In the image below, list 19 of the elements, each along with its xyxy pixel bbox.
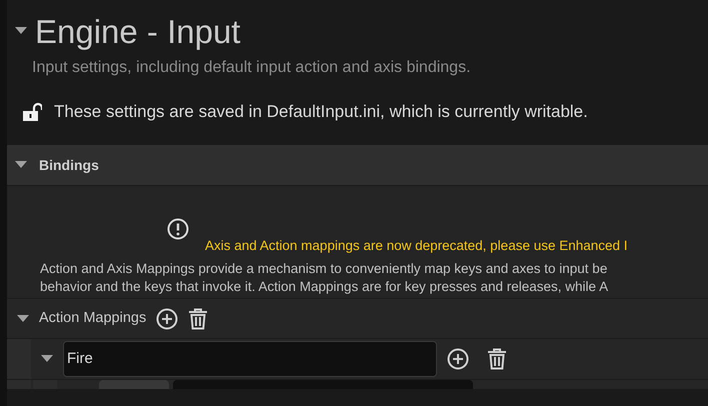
- section-description: Input settings, including default input action and axis bindings.: [31, 60, 472, 78]
- config-notice: These settings are saved in DefaultInput.ini, which is currently writable.: [54, 101, 588, 124]
- collapse-arrow-icon[interactable]: [15, 27, 27, 35]
- action-name-field[interactable]: Fire: [63, 341, 437, 377]
- page-title: Engine - Input: [35, 14, 240, 48]
- warning-icon: [167, 218, 189, 240]
- collapse-arrow-icon[interactable]: [15, 161, 27, 169]
- trash-icon[interactable]: [188, 308, 208, 330]
- add-icon[interactable]: [447, 348, 469, 370]
- property-label: Action Mappings: [39, 308, 146, 328]
- category-header[interactable]: Bindings: [7, 145, 708, 185]
- description-line: behavior and the keys that invoke it. Action Mappings are for key presses and releases, while A: [40, 278, 610, 296]
- trash-icon[interactable]: [487, 348, 507, 370]
- collapse-arrow-icon[interactable]: [41, 355, 53, 363]
- key-field[interactable]: [173, 380, 473, 389]
- deprecation-warning: Axis and Action mappings are now deprecated, please use Enhanced I: [205, 238, 628, 254]
- description-line: Action and Axis Mappings provide a mechanism to conveniently map keys and axes to input be: [40, 260, 608, 278]
- add-icon[interactable]: [156, 308, 178, 330]
- collapse-arrow-icon[interactable]: [17, 314, 29, 322]
